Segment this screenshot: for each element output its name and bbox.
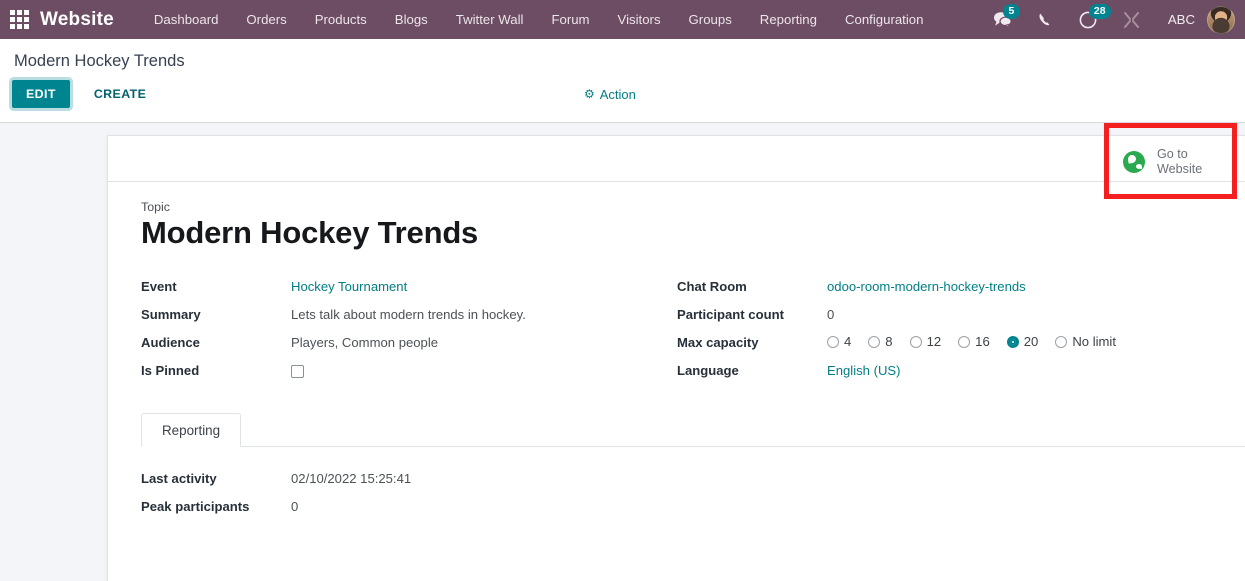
field-chat-room-value[interactable]: odoo-room-modern-hockey-trends bbox=[827, 275, 1026, 294]
field-summary: Summary Lets talk about modern trends in… bbox=[141, 303, 677, 331]
fields-column-right: Chat Room odoo-room-modern-hockey-trends… bbox=[677, 275, 1213, 387]
field-chat-room: Chat Room odoo-room-modern-hockey-trends bbox=[677, 275, 1213, 303]
sheet-body: Topic Modern Hockey Trends Event Hockey … bbox=[108, 182, 1245, 523]
top-navbar: Website Dashboard Orders Products Blogs … bbox=[0, 0, 1245, 39]
fields-grid: Event Hockey Tournament Summary Lets tal… bbox=[141, 275, 1245, 387]
field-participant-count-value: 0 bbox=[827, 307, 835, 322]
radio-label-12: 12 bbox=[926, 334, 942, 349]
avatar[interactable] bbox=[1207, 5, 1235, 34]
field-is-pinned: Is Pinned bbox=[141, 359, 677, 387]
create-button[interactable]: CREATE bbox=[82, 80, 158, 108]
nav-item-dashboard[interactable]: Dashboard bbox=[140, 0, 233, 39]
fields-column-left: Event Hockey Tournament Summary Lets tal… bbox=[141, 275, 677, 387]
messages-menu[interactable]: 5 bbox=[981, 0, 1024, 39]
field-event-label: Event bbox=[141, 279, 177, 294]
field-participant-count-label: Participant count bbox=[677, 307, 784, 322]
topic-field-label: Topic bbox=[141, 200, 170, 214]
radio-label-8: 8 bbox=[885, 334, 893, 349]
control-panel: Modern Hockey Trends EDIT CREATE ⚙ Actio… bbox=[0, 39, 1245, 123]
notebook-page-reporting: Last activity 02/10/2022 15:25:41 Peak p… bbox=[141, 447, 1245, 523]
radio-dot-16 bbox=[958, 335, 971, 348]
action-menu-label: Action bbox=[599, 86, 636, 102]
field-peak-participants: Peak participants 0 bbox=[141, 495, 1245, 523]
field-summary-label: Summary bbox=[141, 307, 201, 322]
go-to-website-label: Go to Website bbox=[1157, 147, 1203, 176]
breadcrumb[interactable]: Modern Hockey Trends bbox=[14, 52, 185, 70]
edit-button[interactable]: EDIT bbox=[12, 80, 70, 108]
breadcrumb-row: Modern Hockey Trends bbox=[0, 39, 1245, 77]
field-language-value[interactable]: English (US) bbox=[827, 359, 901, 378]
control-panel-buttons: EDIT CREATE ⚙ Action bbox=[0, 77, 1245, 122]
is-pinned-checkbox[interactable] bbox=[291, 365, 304, 378]
nav-item-reporting[interactable]: Reporting bbox=[746, 0, 831, 39]
field-last-activity: Last activity 02/10/2022 15:25:41 bbox=[141, 467, 1245, 495]
nav-item-configuration[interactable]: Configuration bbox=[831, 0, 937, 39]
globe-icon bbox=[1123, 151, 1145, 173]
radio-option-4[interactable]: 4 bbox=[827, 334, 851, 349]
nav-item-twitter-wall[interactable]: Twitter Wall bbox=[442, 0, 538, 39]
apps-grid-icon[interactable] bbox=[8, 9, 30, 31]
field-peak-participants-value: 0 bbox=[291, 499, 299, 514]
activities-count-badge: 28 bbox=[1088, 4, 1111, 19]
radio-dot-12 bbox=[909, 335, 922, 348]
nav-item-products[interactable]: Products bbox=[301, 0, 381, 39]
field-participant-count: Participant count 0 bbox=[677, 303, 1213, 331]
tab-reporting[interactable]: Reporting bbox=[141, 413, 242, 447]
form-sheet: Go to Website Topic Modern Hockey Trends… bbox=[107, 123, 1245, 581]
radio-option-20[interactable]: 20 bbox=[1006, 334, 1039, 349]
field-max-capacity-label: Max capacity bbox=[677, 335, 759, 350]
nav-item-groups[interactable]: Groups bbox=[675, 0, 746, 39]
field-event-value[interactable]: Hockey Tournament bbox=[291, 275, 407, 294]
field-audience-label: Audience bbox=[141, 335, 200, 350]
wrench-tools-icon bbox=[1123, 12, 1139, 28]
nav-item-orders[interactable]: Orders bbox=[232, 0, 300, 39]
form-view-container: Go to Website Topic Modern Hockey Trends… bbox=[0, 123, 1245, 581]
radio-option-12[interactable]: 12 bbox=[909, 334, 942, 349]
field-peak-participants-label: Peak participants bbox=[141, 499, 250, 514]
radio-dot-20 bbox=[1006, 335, 1019, 348]
radio-dot-no-limit bbox=[1055, 335, 1068, 348]
phone-icon bbox=[1039, 13, 1050, 25]
radio-option-8[interactable]: 8 bbox=[868, 334, 893, 349]
field-language-label: Language bbox=[677, 363, 739, 378]
field-last-activity-label: Last activity bbox=[141, 471, 217, 486]
radio-label-20: 20 bbox=[1023, 334, 1039, 349]
sheet-button-box-row: Go to Website bbox=[108, 123, 1245, 199]
systray: 5 28 ABC bbox=[981, 0, 1245, 39]
nav-item-forum[interactable]: Forum bbox=[537, 0, 603, 39]
field-language: Language English (US) bbox=[677, 359, 1213, 387]
radio-label-no-limit: No limit bbox=[1072, 334, 1116, 349]
nav-item-blogs[interactable]: Blogs bbox=[381, 0, 442, 39]
field-last-activity-value: 02/10/2022 15:25:41 bbox=[291, 471, 412, 486]
field-chat-room-label: Chat Room bbox=[677, 279, 747, 294]
user-menu-name[interactable]: ABC bbox=[1154, 12, 1205, 27]
radio-option-no-limit[interactable]: No limit bbox=[1055, 334, 1116, 349]
notebook: Reporting Last activity 02/10/2022 15:25… bbox=[141, 413, 1245, 523]
radio-dot-4 bbox=[827, 335, 839, 348]
field-max-capacity: Max capacity 4 8 12 16 20 No limit bbox=[677, 331, 1213, 359]
gear-icon: ⚙ bbox=[584, 87, 595, 101]
radio-option-16[interactable]: 16 bbox=[958, 334, 990, 349]
max-capacity-radio-group: 4 8 12 16 20 No limit bbox=[827, 331, 1133, 349]
radio-label-16: 16 bbox=[975, 334, 990, 349]
activities-menu[interactable]: 28 bbox=[1067, 0, 1111, 39]
field-audience-value[interactable]: Players, Common people bbox=[291, 331, 438, 350]
field-summary-value[interactable]: Lets talk about modern trends in hockey. bbox=[291, 303, 526, 322]
field-is-pinned-label: Is Pinned bbox=[141, 363, 200, 378]
app-brand-title[interactable]: Website bbox=[40, 9, 114, 31]
radio-label-4: 4 bbox=[844, 334, 852, 349]
messages-count-badge: 5 bbox=[1002, 4, 1020, 19]
notebook-tab-strip: Reporting bbox=[141, 413, 1245, 447]
debug-menu[interactable] bbox=[1111, 0, 1152, 39]
field-event: Event Hockey Tournament bbox=[141, 275, 677, 303]
nav-item-visitors[interactable]: Visitors bbox=[604, 0, 675, 39]
field-audience: Audience Players, Common people bbox=[141, 331, 677, 359]
radio-dot-8 bbox=[868, 335, 881, 348]
action-menu-button[interactable]: ⚙ Action bbox=[584, 87, 636, 102]
topic-field-value[interactable]: Modern Hockey Trends bbox=[141, 215, 1245, 251]
phone-menu[interactable] bbox=[1026, 0, 1065, 39]
go-to-website-button[interactable]: Go to Website bbox=[1117, 145, 1235, 179]
